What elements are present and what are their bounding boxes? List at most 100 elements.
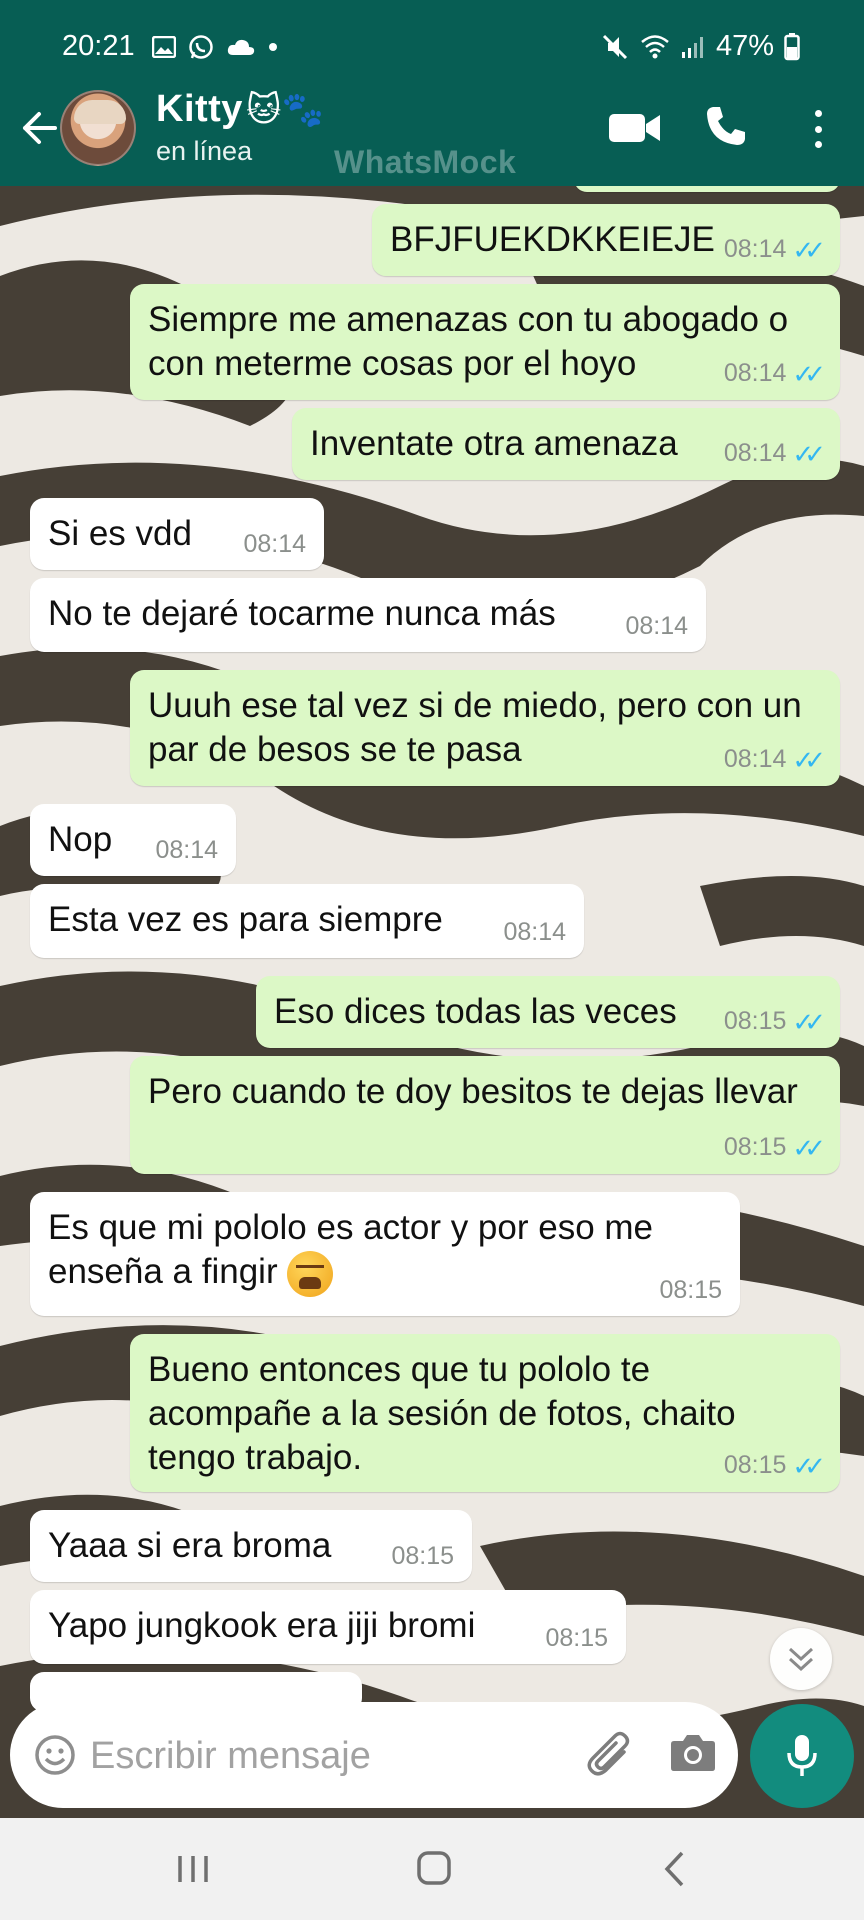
battery-icon xyxy=(784,32,800,60)
message-meta: 08:14 xyxy=(243,529,306,560)
message-input[interactable] xyxy=(90,1728,570,1784)
recents-icon xyxy=(178,1856,208,1882)
message-text: BFJFUEKDKKEIEJE xyxy=(390,220,715,259)
paperclip-icon xyxy=(587,1731,630,1776)
chat-header: Kitty 🐱🐾 en línea WhatsMock xyxy=(0,70,864,186)
read-ticks-icon: ✓✓ xyxy=(792,1006,825,1037)
message-incoming[interactable]: Yaaa si era broma 08:15 xyxy=(30,1510,472,1582)
status-right: 47% xyxy=(600,30,800,63)
message-meta: 08:14 ✓✓ xyxy=(723,358,826,391)
message-meta: 08:15 xyxy=(659,1275,722,1306)
whatsapp-icon xyxy=(189,35,213,59)
more-options-button[interactable] xyxy=(800,104,836,154)
back-arrow-icon xyxy=(23,112,57,144)
message-time: 08:14 xyxy=(243,529,306,558)
message-meta: 08:14 xyxy=(625,611,688,642)
system-back-button[interactable] xyxy=(660,1850,690,1888)
watermark: WhatsMock xyxy=(334,144,517,180)
tired-face-emoji-icon xyxy=(287,1250,334,1297)
double-chevron-down-icon xyxy=(788,1647,814,1672)
notification-icons xyxy=(152,34,278,60)
back-button[interactable] xyxy=(14,100,64,156)
dot-icon xyxy=(269,43,277,51)
video-call-button[interactable] xyxy=(608,110,662,146)
message-text: Si es vdd xyxy=(48,514,192,553)
message-meta: 08:15 xyxy=(391,1541,454,1572)
message-outgoing[interactable]: Inventate otra amenaza 08:14 ✓✓ xyxy=(292,408,840,480)
message-outgoing[interactable]: Bueno entonces que tu pololo te acompañe… xyxy=(130,1334,840,1492)
message-incoming[interactable]: Si es vdd 08:14 xyxy=(30,498,324,570)
read-ticks-icon: ✓✓ xyxy=(792,358,825,389)
emoji-icon xyxy=(35,1735,75,1775)
message-meta: 08:15 ✓✓ xyxy=(723,1006,826,1039)
cloud-icon xyxy=(227,39,255,55)
emoji-button[interactable] xyxy=(34,1734,76,1776)
voice-call-button[interactable] xyxy=(704,104,748,148)
message-outgoing[interactable]: BFJFUEKDKKEIEJE 08:14 ✓✓ xyxy=(372,204,840,276)
home-icon xyxy=(417,1851,451,1885)
message-meta: 08:14 ✓✓ xyxy=(724,744,826,777)
message-meta: 08:15 ✓✓ xyxy=(723,1132,826,1165)
scroll-to-bottom-button[interactable] xyxy=(770,1628,832,1690)
chevron-left-icon xyxy=(664,1851,684,1887)
message-outgoing[interactable]: Eso dices todas las veces 08:15 ✓✓ xyxy=(256,976,840,1048)
message-time: 08:14 xyxy=(155,835,218,864)
gallery-icon xyxy=(152,36,176,58)
message-time: 08:15 xyxy=(723,1451,787,1480)
camera-icon xyxy=(671,1735,715,1771)
camera-button[interactable] xyxy=(670,1732,716,1776)
message-text: Yaaa si era broma xyxy=(48,1526,332,1565)
mute-icon xyxy=(602,34,628,59)
phone-icon xyxy=(707,107,745,145)
microphone-icon xyxy=(787,1735,817,1776)
message-composer xyxy=(10,1702,738,1808)
message-incoming[interactable]: Nop 08:14 xyxy=(30,804,236,876)
message-text: Yapo jungkook era jiji bromi xyxy=(48,1606,476,1645)
message-bubble-partial xyxy=(574,186,840,192)
voice-record-button[interactable] xyxy=(750,1704,854,1808)
message-incoming[interactable]: No te dejaré tocarme nunca más 08:14 xyxy=(30,578,706,652)
contact-status: en línea xyxy=(156,136,253,166)
read-ticks-icon: ✓✓ xyxy=(792,438,825,469)
home-button[interactable] xyxy=(416,1850,452,1886)
message-meta: 08:14 ✓✓ xyxy=(723,438,826,471)
contact-name[interactable]: Kitty xyxy=(156,88,243,131)
message-incoming[interactable]: Esta vez es para siempre 08:14 xyxy=(30,884,584,958)
message-time: 08:14 xyxy=(723,359,787,388)
battery-percent: 47% xyxy=(715,30,774,62)
message-time: 08:15 xyxy=(391,1541,454,1570)
message-text: Uuuh ese tal vez si de miedo, pero con u… xyxy=(148,686,802,769)
status-time: 20:21 xyxy=(62,30,135,62)
message-text: Bueno entonces que tu pololo te acompañe… xyxy=(148,1350,736,1477)
status-bar: 20:21 47% xyxy=(0,0,864,70)
message-text: Inventate otra amenaza xyxy=(310,424,678,463)
message-meta: 08:15 ✓✓ xyxy=(723,1450,826,1483)
message-meta: 08:14 ✓✓ xyxy=(724,234,826,267)
message-time: 08:14 xyxy=(503,917,566,946)
message-text-content: Es que mi pololo es actor y por eso me e… xyxy=(48,1208,654,1291)
message-outgoing[interactable]: Pero cuando te doy besitos te dejas llev… xyxy=(130,1056,840,1174)
message-meta: 08:15 xyxy=(545,1623,608,1654)
message-outgoing[interactable]: Uuuh ese tal vez si de miedo, pero con u… xyxy=(130,670,840,786)
message-outgoing[interactable]: Siempre me amenazas con tu abogado o con… xyxy=(130,284,840,400)
message-meta: 08:14 xyxy=(503,917,566,948)
message-text: Nop xyxy=(48,820,113,859)
attach-button[interactable] xyxy=(584,1728,636,1780)
message-time: 08:15 xyxy=(723,1007,787,1036)
read-ticks-icon: ✓✓ xyxy=(792,1450,825,1481)
avatar[interactable] xyxy=(60,90,136,166)
message-incoming[interactable]: Es que mi pololo es actor y por eso me e… xyxy=(30,1192,740,1316)
message-time: 08:14 xyxy=(723,439,787,468)
message-incoming[interactable]: Yapo jungkook era jiji bromi 08:15 xyxy=(30,1590,626,1664)
message-time: 08:15 xyxy=(723,1133,787,1162)
video-call-icon xyxy=(609,114,660,142)
chat-area[interactable]: BFJFUEKDKKEIEJE 08:14 ✓✓ Siempre me amena… xyxy=(0,186,864,1820)
recents-button[interactable] xyxy=(176,1852,210,1886)
message-time: 08:15 xyxy=(545,1623,608,1652)
message-text: Eso dices todas las veces xyxy=(274,992,677,1031)
signal-icon xyxy=(681,36,703,58)
read-ticks-icon: ✓✓ xyxy=(792,1132,825,1163)
message-text: Esta vez es para siempre xyxy=(48,900,443,939)
system-nav-bar xyxy=(0,1818,864,1920)
message-meta: 08:14 xyxy=(155,835,218,866)
